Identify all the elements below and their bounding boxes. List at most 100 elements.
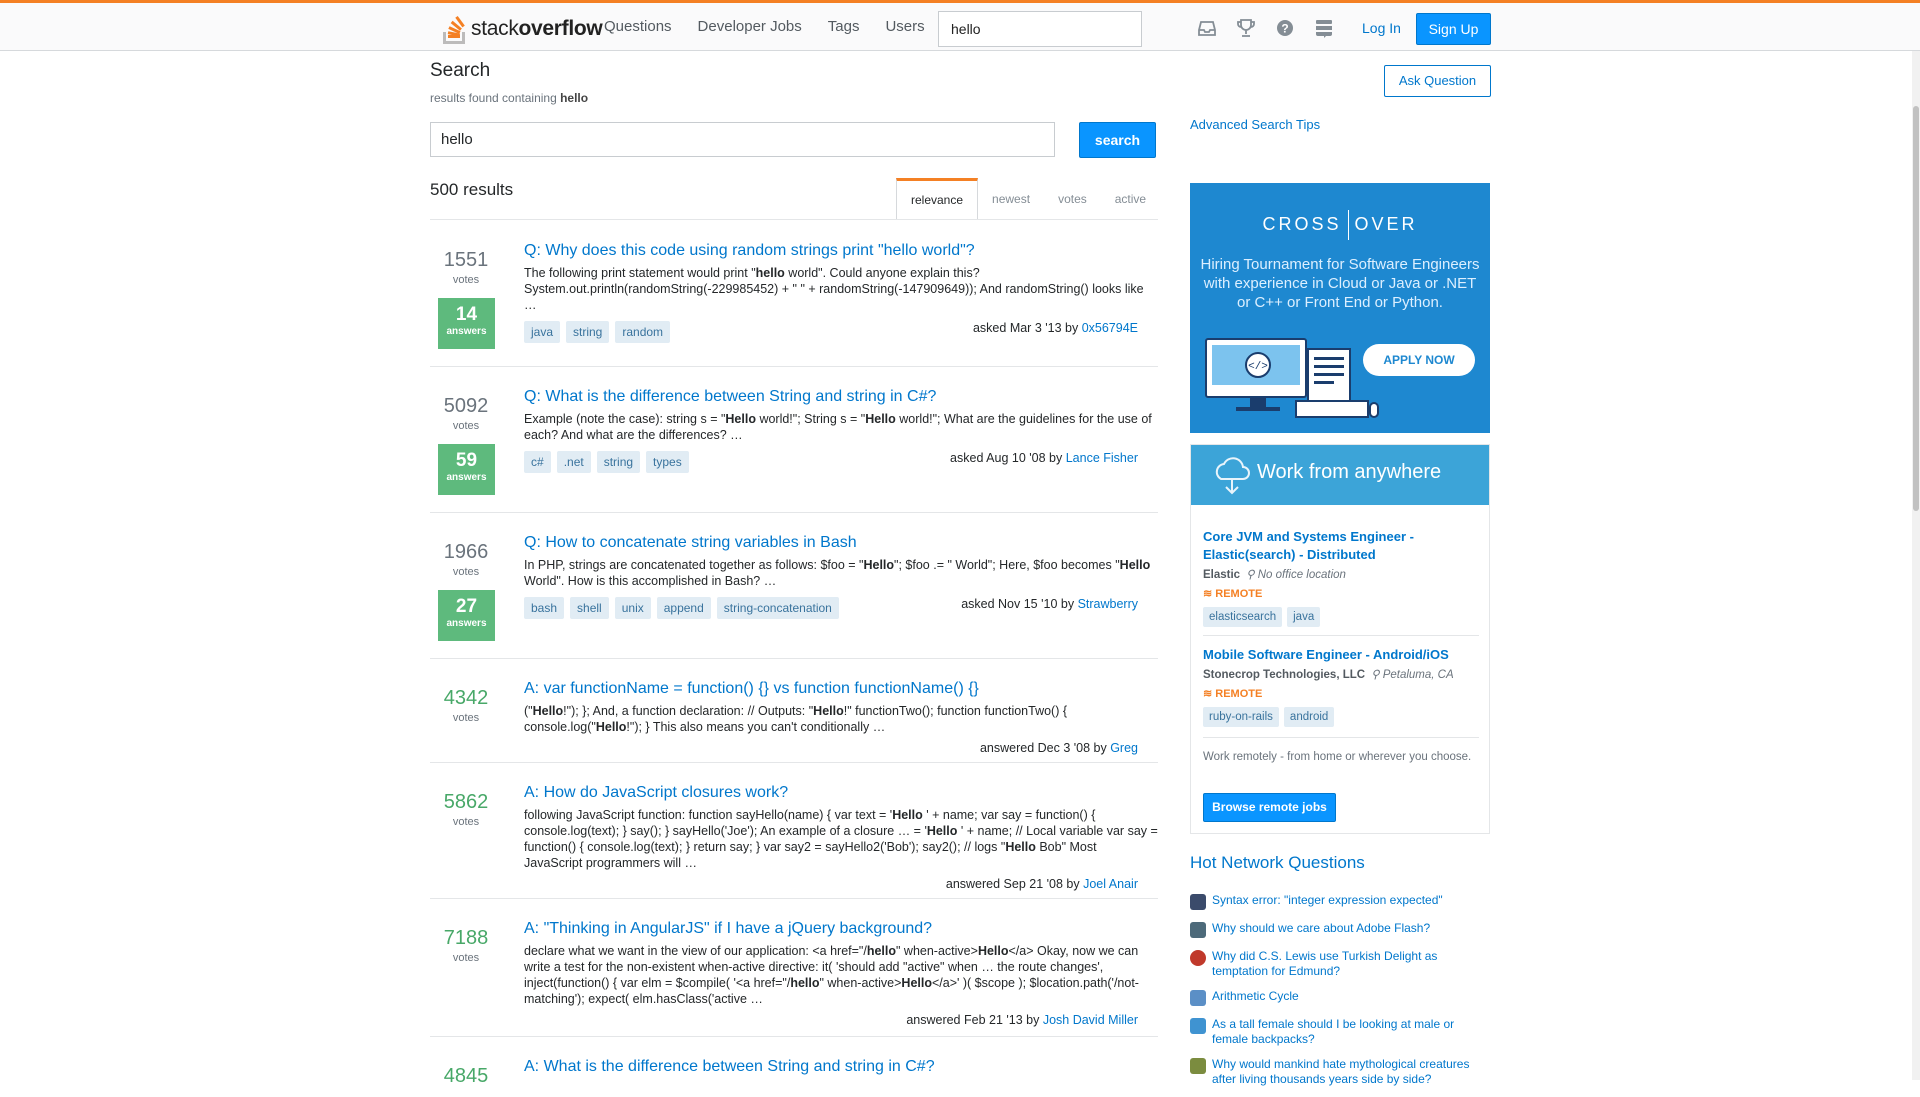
answer-count-box: 14 answers xyxy=(438,298,495,349)
job-company: Stonecrop Technologies, LLC ⚲ Petaluma, C… xyxy=(1203,669,1454,681)
tag-shell[interactable]: shell xyxy=(570,597,609,619)
tab-newest[interactable]: newest xyxy=(978,178,1044,220)
result-byline: asked Mar 3 '13 by 0x56794E xyxy=(972,321,1138,335)
user-link[interactable]: 0x56794E xyxy=(1082,321,1138,335)
tag-dotnet[interactable]: .net xyxy=(556,451,591,473)
tab-relevance[interactable]: relevance xyxy=(896,178,979,220)
jobs-header[interactable]: Work from anywhere xyxy=(1191,445,1489,505)
result-title-link[interactable]: Q: Why does this code using random strin… xyxy=(524,242,975,259)
hot-network-questions-title: Hot Network Questions xyxy=(1190,853,1365,872)
search-subtitle: results found containing hello xyxy=(430,91,589,105)
search-result: 5862 votes A: How do JavaScript closures… xyxy=(430,763,1158,899)
jobs-footer-text: Work remotely - from home or wherever yo… xyxy=(1203,751,1472,763)
site-icon xyxy=(1190,922,1206,938)
crossover-ad[interactable]: CROSS OVER Hiring Tournament for Software… xyxy=(1190,183,1490,433)
tag-random[interactable]: random xyxy=(615,321,671,343)
tag-unix[interactable]: unix xyxy=(614,597,651,619)
vote-count: 1966 xyxy=(443,541,489,563)
site-icon xyxy=(1190,894,1206,910)
user-link[interactable]: Joel Anair xyxy=(1083,877,1138,891)
browse-remote-jobs-button[interactable]: Browse remote jobs xyxy=(1203,793,1336,822)
result-byline: asked Aug 10 '08 by Lance Fisher xyxy=(950,451,1138,465)
hnq-link[interactable]: Why would mankind hate mythological crea… xyxy=(1212,1057,1490,1087)
vote-count: 5862 xyxy=(443,791,489,813)
result-excerpt: ("Hello!"); }; And, a function declarati… xyxy=(524,704,1068,734)
ask-question-button[interactable]: Ask Question xyxy=(1384,65,1491,97)
hnq-item: Syntax error: "integer expression expect… xyxy=(1190,893,1490,910)
tag-csharp[interactable]: c# xyxy=(524,451,551,473)
tag-bash[interactable]: bash xyxy=(524,597,565,619)
result-title-link[interactable]: A: How do JavaScript closures work? xyxy=(524,784,788,801)
tag-string[interactable]: string xyxy=(566,321,610,343)
search-result: 5092 votes 59 answers Q: What is the dif… xyxy=(430,367,1158,513)
stackexchange-icon[interactable] xyxy=(1313,17,1335,39)
nav-developer-jobs[interactable]: Developer Jobs xyxy=(698,18,802,35)
search-result: 4342 votes A: var functionName = functio… xyxy=(430,659,1158,763)
hnq-link[interactable]: As a tall female should I be looking at … xyxy=(1212,1017,1490,1047)
hnq-link[interactable]: Why should we care about Adobe Flash? xyxy=(1212,921,1430,938)
tag-elasticsearch[interactable]: elasticsearch xyxy=(1203,607,1283,627)
job-title-link[interactable]: Core JVM and Systems Engineer - Elastic(… xyxy=(1203,529,1414,562)
cloud-icon xyxy=(1215,457,1250,495)
result-title-link[interactable]: A: What is the difference between String… xyxy=(524,1058,935,1075)
result-excerpt: Example (note the case): string s = "Hel… xyxy=(524,412,1152,442)
site-icon xyxy=(1190,1058,1206,1074)
remote-badge: ≋ REMOTE xyxy=(1203,688,1263,700)
job-title-link[interactable]: Mobile Software Engineer - Android/iOS xyxy=(1203,647,1449,662)
login-link[interactable]: Log In xyxy=(1362,20,1401,36)
tab-votes[interactable]: votes xyxy=(1044,178,1101,220)
page-scrollbar[interactable] xyxy=(1912,51,1920,1080)
svg-text:?: ? xyxy=(1281,22,1288,36)
result-title-link[interactable]: Q: How to concatenate string variables i… xyxy=(524,534,857,551)
main-search-input[interactable]: hello xyxy=(430,122,1055,157)
job-listing: Core JVM and Systems Engineer - Elastic(… xyxy=(1203,528,1479,627)
scrollbar-thumb[interactable] xyxy=(1913,106,1919,511)
tab-active[interactable]: active xyxy=(1101,178,1160,220)
location-pin-icon: ⚲ xyxy=(1246,569,1258,581)
tag-java[interactable]: java xyxy=(1287,607,1321,627)
tag-string[interactable]: string xyxy=(596,451,641,473)
user-link[interactable]: Greg xyxy=(1110,741,1138,755)
user-link[interactable]: Josh David Miller xyxy=(1043,1013,1138,1027)
result-excerpt: In PHP, strings are concatenated togethe… xyxy=(524,558,1151,588)
top-nav: Questions Developer Jobs Tags Users xyxy=(604,18,951,35)
inbox-icon[interactable] xyxy=(1196,17,1218,39)
nav-users[interactable]: Users xyxy=(885,18,924,35)
user-link[interactable]: Lance Fisher xyxy=(1066,451,1138,465)
result-byline: answered Sep 21 '08 by Joel Anair xyxy=(945,877,1138,891)
result-byline: answered Dec 3 '08 by Greg xyxy=(979,741,1138,755)
result-title-link[interactable]: Q: What is the difference between String… xyxy=(524,388,936,405)
top-search-input[interactable]: hello xyxy=(938,11,1142,47)
tag-android[interactable]: android xyxy=(1283,707,1335,727)
tag-java[interactable]: java xyxy=(524,321,561,343)
signup-button[interactable]: Sign Up xyxy=(1416,13,1491,45)
result-title-link[interactable]: A: "Thinking in AngularJS" if I have a j… xyxy=(524,920,932,937)
sort-tabs: relevance newest votes active xyxy=(896,178,1160,220)
logo-text: stackoverflow xyxy=(471,17,603,40)
tag-types[interactable]: types xyxy=(646,451,689,473)
vote-label: votes xyxy=(452,952,480,964)
stackoverflow-logo[interactable]: stackoverflow xyxy=(441,11,603,47)
nav-tags[interactable]: Tags xyxy=(828,18,860,35)
search-button[interactable]: search xyxy=(1079,122,1156,158)
tag-append[interactable]: append xyxy=(656,597,711,619)
hnq-link[interactable]: Arithmetic Cycle xyxy=(1212,989,1299,1006)
tag-ruby-on-rails[interactable]: ruby-on-rails xyxy=(1203,707,1279,727)
trophy-icon[interactable] xyxy=(1235,17,1257,39)
result-body: A: How do JavaScript closures work? foll… xyxy=(524,783,1158,871)
hnq-link[interactable]: Why did C.S. Lewis use Turkish Delight a… xyxy=(1212,949,1490,979)
result-title-link[interactable]: A: var functionName = function() {} vs f… xyxy=(524,680,979,697)
answer-count-box: 59 answers xyxy=(438,444,495,495)
help-icon[interactable]: ? xyxy=(1274,17,1296,39)
user-link[interactable]: Strawberry xyxy=(1078,597,1138,611)
advanced-search-tips-link[interactable]: Advanced Search Tips xyxy=(1190,117,1320,132)
result-stats: 1551 votes 14 answers xyxy=(438,249,495,349)
result-excerpt: following JavaScript function: function … xyxy=(524,808,1158,870)
result-byline: answered Feb 21 '13 by Josh David Miller xyxy=(906,1013,1138,1027)
tag-string-concatenation[interactable]: string-concatenation xyxy=(716,597,839,619)
search-result: 1966 votes 27 answers Q: How to concaten… xyxy=(430,513,1158,659)
vote-label: votes xyxy=(452,566,480,578)
apply-now-button[interactable]: APPLY NOW xyxy=(1363,344,1475,376)
hnq-link[interactable]: Syntax error: "integer expression expect… xyxy=(1212,893,1443,910)
nav-questions[interactable]: Questions xyxy=(604,18,672,35)
